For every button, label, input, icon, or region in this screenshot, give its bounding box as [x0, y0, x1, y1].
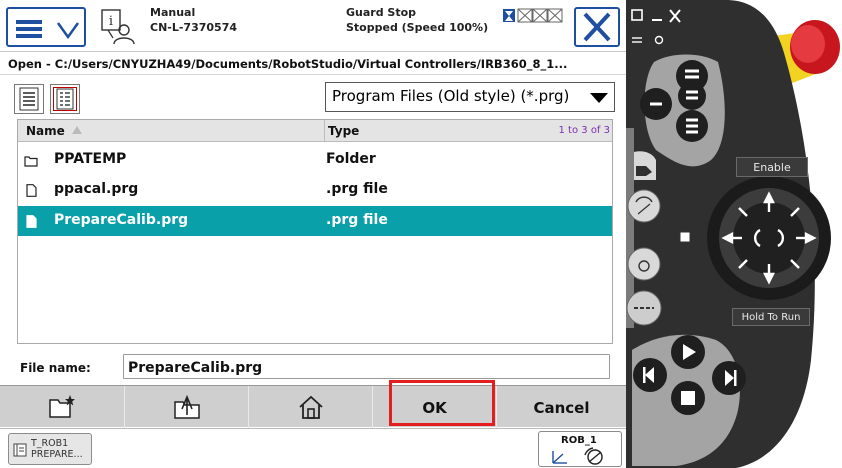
parent-folder-button[interactable]	[124, 386, 248, 428]
task-flags-icon	[503, 8, 563, 23]
jog-coordinate-icon	[552, 447, 603, 465]
task-program-button[interactable]: T_ROB1 PREPARE...	[8, 433, 92, 465]
file-type: Folder	[326, 151, 376, 167]
file-type: .prg file	[326, 181, 388, 197]
toggle-axes-button[interactable]	[627, 247, 661, 281]
usb-port-icon	[679, 231, 691, 243]
file-row-preparecalib[interactable]: PrepareCalib.prg .prg file	[18, 206, 612, 236]
folder-up-icon	[173, 394, 200, 419]
main-menu-button[interactable]	[6, 7, 86, 47]
emergency-stop-cap	[791, 25, 825, 63]
robot-name: ROB_1	[561, 435, 597, 446]
pendant-body	[626, 0, 840, 468]
folder-icon	[24, 156, 38, 167]
file-name: PPATEMP	[54, 151, 127, 167]
mode-label: Manual	[150, 6, 196, 19]
file-name: ppacal.prg	[54, 181, 139, 197]
chevron-down-icon	[56, 22, 80, 40]
file-list-table: Name Type 1 to 3 of 3 PPATEMP Folder ppa…	[17, 119, 613, 344]
file-type: .prg file	[326, 212, 388, 228]
top-bar: i Manual CN-L-7370574 Guard Stop Stopped…	[0, 0, 626, 52]
task-name: T_ROB1	[31, 438, 69, 449]
file-icon	[26, 215, 37, 228]
file-type-filter-select[interactable]: Program Files (Old style) (*.prg)	[325, 82, 615, 112]
dropdown-arrow-icon	[590, 93, 608, 103]
state-title: Guard Stop	[346, 6, 417, 19]
selected-view-marker	[53, 87, 77, 111]
controller-name: CN-L-7370574	[150, 21, 237, 34]
list-view-button[interactable]	[14, 84, 44, 114]
file-icon	[26, 184, 37, 197]
home-folder-button[interactable]	[248, 386, 372, 428]
home-icon	[298, 395, 323, 419]
pendant-hardware-panel	[626, 0, 842, 468]
quickset-robot-button[interactable]: ROB_1	[538, 431, 622, 467]
joystick[interactable]	[707, 176, 831, 300]
programmable-key-3[interactable]	[678, 82, 706, 110]
column-header-name[interactable]: Name	[26, 124, 65, 138]
column-divider[interactable]	[324, 120, 325, 142]
controller-state-status[interactable]: Guard Stop Stopped (Speed 100%)	[346, 5, 488, 35]
detail-view-button[interactable]	[50, 84, 80, 114]
dialog-path: Open - C:/Users/CNYUZHA49/Documents/Robo…	[0, 53, 626, 75]
ok-label: OK	[422, 399, 447, 417]
toggle-motion-mode-button[interactable]	[627, 189, 661, 223]
taskbar: T_ROB1 PREPARE... ROB_1	[0, 428, 626, 468]
cancel-label: Cancel	[533, 399, 590, 417]
list-view-icon	[19, 87, 39, 111]
file-name: PrepareCalib.prg	[54, 212, 189, 228]
file-name-input[interactable]	[123, 354, 610, 379]
item-count: 1 to 3 of 3	[558, 125, 610, 136]
command-bar: OK Cancel	[0, 385, 626, 428]
operating-mode-status[interactable]: Manual CN-L-7370574	[150, 5, 237, 35]
cancel-button[interactable]: Cancel	[496, 386, 626, 428]
ok-button[interactable]: OK	[372, 386, 496, 428]
close-icon	[583, 12, 611, 42]
task-module: PREPARE...	[31, 449, 83, 460]
file-row-ppacal[interactable]: ppacal.prg .prg file	[18, 175, 612, 205]
hamburger-icon	[16, 20, 42, 38]
program-editor-icon	[13, 443, 27, 457]
state-detail: Stopped (Speed 100%)	[346, 21, 489, 34]
svg-text:i: i	[109, 14, 113, 29]
new-folder-button[interactable]	[0, 386, 124, 428]
event-log-icon[interactable]: i	[100, 8, 136, 46]
table-header: Name Type 1 to 3 of 3	[18, 120, 612, 142]
enable-button-label[interactable]: Enable	[736, 157, 808, 177]
flexpendant-screen: i Manual CN-L-7370574 Guard Stop Stopped…	[0, 0, 626, 468]
file-name-label: File name:	[20, 361, 91, 375]
column-header-type[interactable]: Type	[328, 124, 359, 138]
hold-to-run-button-label[interactable]: Hold To Run	[732, 308, 810, 326]
sort-ascending-icon	[72, 126, 82, 134]
new-folder-icon	[49, 395, 75, 418]
file-row-ppatemp[interactable]: PPATEMP Folder	[18, 145, 612, 175]
close-button[interactable]	[574, 7, 620, 47]
filter-value: Program Files (Old style) (*.prg)	[332, 87, 570, 105]
